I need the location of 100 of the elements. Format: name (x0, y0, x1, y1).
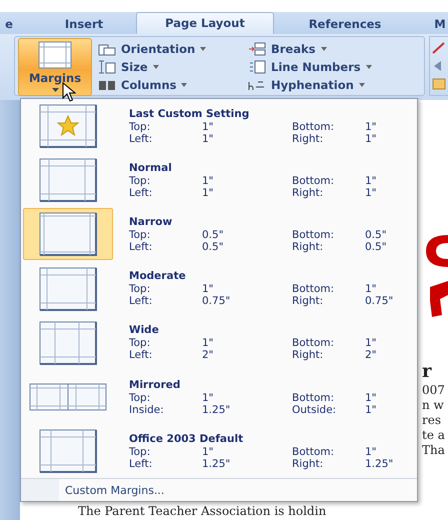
margin-preset-item[interactable]: Office 2003 Default Top: 1" Bottom: 1" Left: 1.25" Right: 1.25" (21, 424, 417, 478)
margin-value-text: Bottom: (292, 174, 336, 187)
columns-button[interactable]: Columns (96, 76, 190, 94)
margin-value-text: Right: (292, 349, 324, 362)
margin-value-text: Left: (129, 186, 154, 199)
margin-value-text: 2" (365, 349, 378, 362)
margin-value-text: Top: (129, 174, 152, 187)
margin-value-text: Outside: (292, 404, 338, 416)
margin-value-text: 0.75" (202, 295, 232, 308)
page-margins-icon (39, 104, 97, 148)
hyphenation-button[interactable]: Hyphenation (246, 76, 367, 94)
preset-title: Mirrored (129, 378, 182, 392)
document-text: te a (422, 428, 446, 443)
document-text: n w (422, 398, 445, 413)
margin-value-text: Right: (292, 132, 324, 145)
margin-value-text: Left: (129, 349, 154, 362)
preset-title: Office 2003 Default (129, 432, 244, 446)
ribbon-tab[interactable]: e (2, 14, 16, 34)
margin-value-text: Bottom: (292, 337, 336, 350)
caret-icon (200, 47, 206, 51)
margin-value-text: Right: (292, 458, 324, 470)
orientation-button[interactable]: Orientation (96, 40, 208, 58)
margin-value-text: Left: (129, 458, 154, 470)
margin-preset-item[interactable]: Normal Top: 1" Bottom: 1" Left: 1" Right: 1" (21, 153, 417, 208)
margin-value-text: 1" (202, 283, 215, 296)
ribbon-tab[interactable]: Insert (52, 14, 116, 34)
breaks-button[interactable]: Breaks (246, 40, 328, 58)
margin-value-text: Right: (292, 240, 324, 253)
margin-value-text: 1.25" (202, 404, 232, 416)
margin-preset-item[interactable]: Last Custom Setting Top: 1" Bottom: 1" Left: 1" Right: 1" (21, 99, 417, 154)
custom-margins-button[interactable]: Custom Margins... (61, 479, 168, 501)
margin-value-text: 1" (365, 404, 378, 416)
page-margins-icon (39, 320, 97, 365)
margin-value-text: 1" (365, 186, 378, 199)
margin-value-text: Right: (292, 186, 324, 199)
margin-value-text: Left: (129, 240, 154, 253)
breaks-icon (248, 42, 266, 56)
margin-value-text: 1" (365, 132, 378, 145)
margin-preset-item[interactable]: Wide Top: 1" Bottom: 1" Left: 2" Right: 2" (21, 316, 417, 370)
margin-value-text: Bottom: (292, 392, 336, 404)
margin-value-text: 1" (202, 186, 215, 199)
margin-value-text: Left: (129, 132, 154, 145)
preset-title: Narrow (129, 216, 174, 229)
margin-value-text: 0.5" (365, 240, 388, 253)
margin-value-text: 1" (202, 392, 215, 404)
preset-title: Wide (129, 324, 160, 338)
margin-value-text: Top: (129, 228, 152, 241)
margin-preset-item[interactable]: Moderate Top: 1" Bottom: 1" Left: 0.75" Right: 0.75" (21, 262, 417, 316)
margin-value-text: 1" (202, 446, 215, 458)
margin-value-text: Left: (129, 295, 154, 308)
margin-preset-item[interactable]: Narrow Top: 0.5" Bottom: 0.5" Left: 0.5" Right: 0.5" (21, 207, 417, 262)
orientation-icon (98, 42, 116, 56)
size-button[interactable]: Size (96, 58, 161, 76)
ribbon-tab[interactable]: References (294, 14, 396, 34)
margin-value-text: Top: (129, 283, 152, 296)
line-numbers-icon (248, 60, 266, 74)
margin-value-text: 1" (365, 120, 378, 133)
margin-value-text: 1" (202, 132, 215, 145)
line-numbers-button[interactable]: Line Numbers (246, 58, 374, 76)
margin-value-text: 0.5" (202, 240, 225, 253)
margin-value-text: 2" (202, 349, 215, 362)
margin-value-text: Top: (129, 337, 152, 350)
margin-value-text: 1" (365, 446, 378, 458)
page-margins-icon (39, 266, 97, 311)
margin-value-text: Top: (129, 120, 152, 133)
margin-value-text: Right: (292, 295, 324, 308)
margin-value-text: 0.5" (365, 228, 388, 241)
caret-icon (152, 65, 159, 69)
margin-value-text: 0.5" (202, 228, 225, 241)
document-text: res (422, 413, 442, 428)
size-icon (98, 60, 116, 74)
columns-icon (98, 78, 116, 92)
facing-pages-icon (29, 383, 107, 412)
caret-icon (366, 65, 372, 69)
margin-preset-item[interactable]: Mirrored Top: 1" Bottom: 1" Inside: 1.25" Outside: 1" (21, 370, 417, 424)
margin-value-text: Top: (129, 446, 152, 458)
preset-title: Normal (129, 162, 173, 175)
margin-value-text: Bottom: (292, 446, 336, 458)
margin-value-text: Inside: (129, 404, 165, 416)
margin-value-text: 1" (202, 174, 215, 187)
margin-value-text: Bottom: (292, 120, 336, 133)
margin-value-text: 0.75" (365, 295, 394, 308)
caret-icon (358, 83, 365, 87)
margin-value-text: 1" (365, 337, 378, 350)
preset-title: Moderate (129, 270, 187, 284)
margin-value-text: 1" (202, 337, 215, 350)
margin-value-text: 1.25" (365, 458, 394, 470)
ribbon-tab[interactable]: M (432, 14, 448, 34)
page-icon (38, 41, 72, 69)
page-margins-icon (39, 429, 97, 474)
margin-value-text: Bottom: (292, 228, 336, 241)
ribbon-tab[interactable]: Page Layout (136, 12, 274, 34)
margin-value-text: Top: (129, 392, 152, 404)
margin-value-text: 1" (365, 392, 378, 404)
caret-icon (52, 88, 58, 92)
caret-icon (320, 47, 326, 51)
margins-button[interactable]: Margins (18, 38, 92, 96)
page-margins-icon (39, 158, 97, 202)
margin-value-text: Bottom: (292, 283, 336, 296)
document-text: 007 (422, 383, 446, 398)
